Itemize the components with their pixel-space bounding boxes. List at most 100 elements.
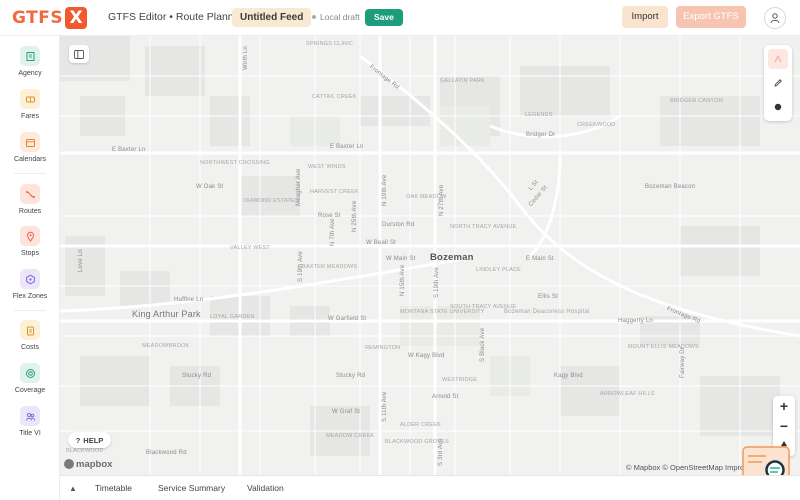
map-label-district: Mount Ellis Meadows: [628, 344, 699, 350]
map-label-street: E Baxter Ln: [330, 144, 364, 150]
map-label-district: Westridge: [442, 377, 478, 383]
hexagon-icon: [20, 269, 40, 289]
map-label-district: Creekwood: [577, 122, 616, 128]
sidebar-item-label: Flex Zones: [12, 293, 48, 300]
map-label-street: Love Ln: [78, 249, 84, 272]
map-label-street: Bozeman Beacon: [645, 184, 696, 190]
map-label-street: Durston Rd: [382, 222, 415, 228]
sidebar-item-label: Fares: [21, 113, 39, 120]
map-label-district: Bridger Canyon: [670, 98, 723, 104]
map-label-district: Blackwood: [66, 448, 104, 454]
draft-status-text: Local draft: [320, 12, 360, 22]
app-logo[interactable]: GTFS X: [12, 7, 88, 29]
people-icon: [20, 406, 40, 426]
point-icon[interactable]: [768, 97, 788, 117]
map-label-district: Meadowbrook: [142, 343, 190, 349]
map-label-district: Loyal Garden: [210, 314, 255, 320]
map-label-street: N 27th Ave: [439, 184, 445, 216]
map-label-street: Wirth Ln: [243, 46, 249, 70]
calendar-icon: [20, 132, 40, 152]
map-label-district: Meadow Creek: [326, 433, 375, 439]
sidebar-item-coverage[interactable]: Coverage: [0, 363, 60, 403]
clipboard-icon: [20, 320, 40, 340]
export-gtfs-button[interactable]: Export GTFS: [676, 6, 746, 28]
map-label-street: W Oak St: [196, 184, 224, 190]
sidebar-item-costs[interactable]: Costs: [0, 320, 60, 360]
tab-service-summary[interactable]: Service Summary: [158, 483, 225, 493]
user-menu-button[interactable]: [764, 7, 786, 29]
map-label-street: Stucky Rd: [336, 373, 366, 379]
map-label-street: Bridger Dr: [526, 132, 556, 138]
logo-text: GTFS: [12, 8, 64, 28]
map-label-street: Kagy Blvd: [554, 373, 583, 379]
feed-name[interactable]: Untitled Feed: [232, 8, 312, 27]
help-label: HELP: [83, 435, 104, 445]
status-dot-icon: [312, 15, 316, 19]
map-label-street: N 25th Ave: [352, 200, 358, 232]
map-label-town: King Arthur Park: [132, 309, 201, 319]
sidebar-item-routes[interactable]: Routes: [0, 184, 60, 224]
map-label-district: Oak Meadow: [406, 194, 447, 200]
panel-toggle-button[interactable]: [69, 45, 89, 63]
expand-panel-icon[interactable]: ▲: [69, 484, 77, 493]
map-label-district: Blackwood Groves: [385, 439, 450, 445]
map-label-district: Northwest Crossing: [200, 160, 270, 166]
save-button[interactable]: Save: [365, 9, 403, 26]
sidebar-item-calendars[interactable]: Calendars: [0, 132, 60, 172]
pencil-icon[interactable]: [768, 73, 788, 93]
user-icon: [770, 13, 780, 24]
zoom-in-button[interactable]: +: [773, 396, 795, 416]
mapbox-mark-icon: [64, 459, 74, 469]
map-label-district: Legends: [525, 112, 553, 118]
map-label-street: Arnold St: [432, 394, 459, 400]
map-label-district: Arrowleaf Hills: [600, 391, 655, 397]
map-label-district: West Winds: [308, 164, 346, 170]
map-label-street: Blackwood Rd: [146, 450, 187, 456]
sidebar-item-stops[interactable]: Stops: [0, 226, 60, 266]
sidebar-item-label: Stops: [21, 250, 39, 257]
help-button[interactable]: ? HELP: [68, 432, 111, 448]
map-label-street: N 15th Ave: [400, 264, 406, 296]
tab-validation[interactable]: Validation: [247, 483, 284, 493]
sidebar-item-agency[interactable]: Agency: [0, 46, 60, 86]
import-button[interactable]: Import: [622, 6, 668, 28]
map-label-district: Harvest Creek: [310, 189, 359, 195]
map-label-street: Ellis St: [538, 294, 558, 300]
map-label-district: Gallatin Park: [440, 78, 485, 84]
map-label-street: S 11th Ave: [382, 391, 388, 422]
mapbox-logo[interactable]: mapbox: [64, 458, 112, 470]
map-label-district: Springs Clinic: [306, 41, 354, 47]
sidebar-item-fares[interactable]: Fares: [0, 89, 60, 129]
sidebar-item-label: Routes: [18, 208, 42, 215]
sidebar-item-label: Calendars: [14, 156, 46, 163]
map-label-district: Bozeman Deaconess Hospital: [504, 309, 590, 315]
sidebar-item-label: Agency: [18, 70, 42, 77]
sidebar-item-title-vi[interactable]: Title VI: [0, 406, 60, 446]
map-canvas[interactable]: Bozeman King Arthur Park E Baxter Ln W O…: [60, 36, 800, 475]
zoom-out-button[interactable]: −: [773, 416, 795, 436]
draft-status: Local draft: [312, 12, 360, 22]
help-icon: ?: [75, 435, 81, 445]
map-label-street: Fairway Dr: [680, 346, 686, 378]
bottom-panel-bar: ▲ Timetable Service Summary Validation: [60, 475, 800, 500]
map-label-street: S Black Ave: [480, 327, 486, 362]
pin-icon: [20, 226, 40, 246]
map-label-street: Stucky Rd: [182, 373, 212, 379]
map-label-street: W Main St: [386, 256, 416, 262]
map-label-district: Remington: [365, 345, 401, 351]
sidebar-item-label: Costs: [21, 344, 39, 351]
tab-timetable[interactable]: Timetable: [95, 483, 132, 493]
sidebar-item-label: Coverage: [14, 387, 46, 394]
map-label-district: Lindley Place: [476, 267, 521, 273]
app-title: GTFS Editor • Route Planner: [108, 11, 243, 23]
target-icon: [20, 363, 40, 383]
map-label-district: Valley West: [230, 245, 270, 251]
line-tool-icon[interactable]: [768, 49, 788, 69]
building-icon: [20, 46, 40, 66]
sidebar-item-flex-zones[interactable]: Flex Zones: [0, 269, 60, 309]
map-label-street: N 19th Ave: [382, 174, 388, 206]
map-label-street: E Main St: [526, 256, 554, 262]
mapbox-wordmark: mapbox: [76, 458, 113, 470]
map-label-city: Bozeman: [430, 252, 474, 263]
map-label-street: W Beall St: [366, 240, 397, 246]
